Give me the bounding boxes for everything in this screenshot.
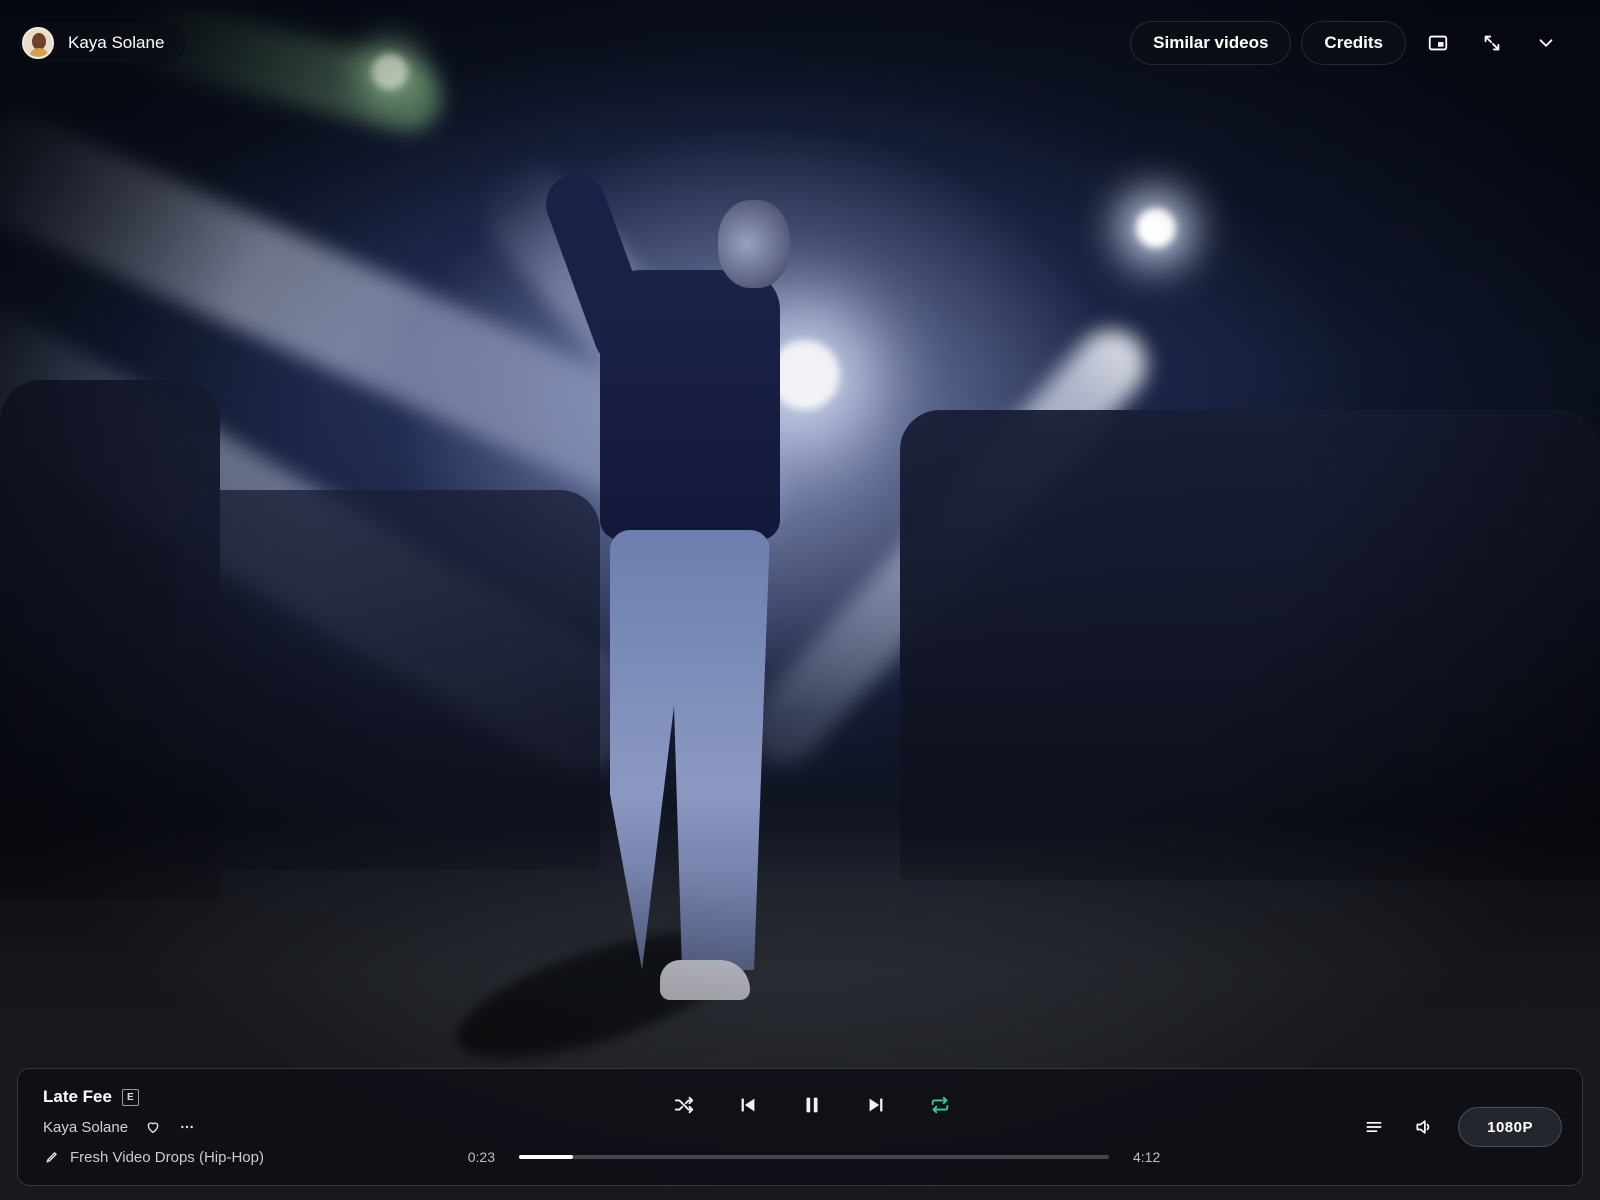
fullscreen-icon[interactable]: [1470, 21, 1514, 65]
progress-row: 0:23 4:12: [450, 1149, 1178, 1165]
queue-icon[interactable]: [1358, 1111, 1390, 1143]
explicit-badge: E: [121, 1088, 139, 1106]
credits-button[interactable]: Credits: [1301, 21, 1406, 65]
top-right-controls: Similar videos Credits: [1130, 21, 1568, 65]
avatar: [22, 27, 54, 59]
elapsed-time: 0:23: [467, 1149, 495, 1165]
artist-chip-name: Kaya Solane: [68, 33, 165, 52]
similar-videos-button[interactable]: Similar videos: [1130, 21, 1292, 65]
pencil-icon: [43, 1148, 61, 1166]
previous-track-icon[interactable]: [734, 1091, 762, 1119]
video-frame[interactable]: [0, 0, 1600, 1200]
more-options-icon[interactable]: [178, 1118, 196, 1136]
heart-icon[interactable]: [144, 1118, 162, 1136]
total-time: 4:12: [1133, 1149, 1161, 1165]
shuffle-icon[interactable]: [670, 1091, 698, 1119]
chevron-down-icon[interactable]: [1524, 21, 1568, 65]
vignette: [0, 0, 1600, 1200]
repeat-icon[interactable]: [926, 1091, 954, 1119]
playlist-name[interactable]: Fresh Video Drops (Hip-Hop): [70, 1149, 264, 1166]
player-bar: Late Fee E Kaya Solane Fresh Video Drops…: [17, 1068, 1583, 1186]
right-controls: 1080P: [1358, 1107, 1562, 1147]
track-artist[interactable]: Kaya Solane: [43, 1119, 128, 1136]
transport-controls: [670, 1091, 954, 1119]
playlist-row[interactable]: Fresh Video Drops (Hip-Hop): [43, 1148, 264, 1166]
artist-chip[interactable]: Kaya Solane: [18, 23, 187, 63]
pause-icon[interactable]: [798, 1091, 826, 1119]
progress-fill: [519, 1155, 573, 1159]
volume-icon[interactable]: [1408, 1111, 1440, 1143]
track-artist-row: Kaya Solane: [43, 1118, 196, 1136]
next-track-icon[interactable]: [862, 1091, 890, 1119]
pip-icon[interactable]: [1416, 21, 1460, 65]
track-title[interactable]: Late Fee: [43, 1087, 112, 1107]
progress-bar[interactable]: [519, 1155, 1109, 1159]
quality-button[interactable]: 1080P: [1458, 1107, 1562, 1147]
track-title-row: Late Fee E: [43, 1087, 139, 1107]
